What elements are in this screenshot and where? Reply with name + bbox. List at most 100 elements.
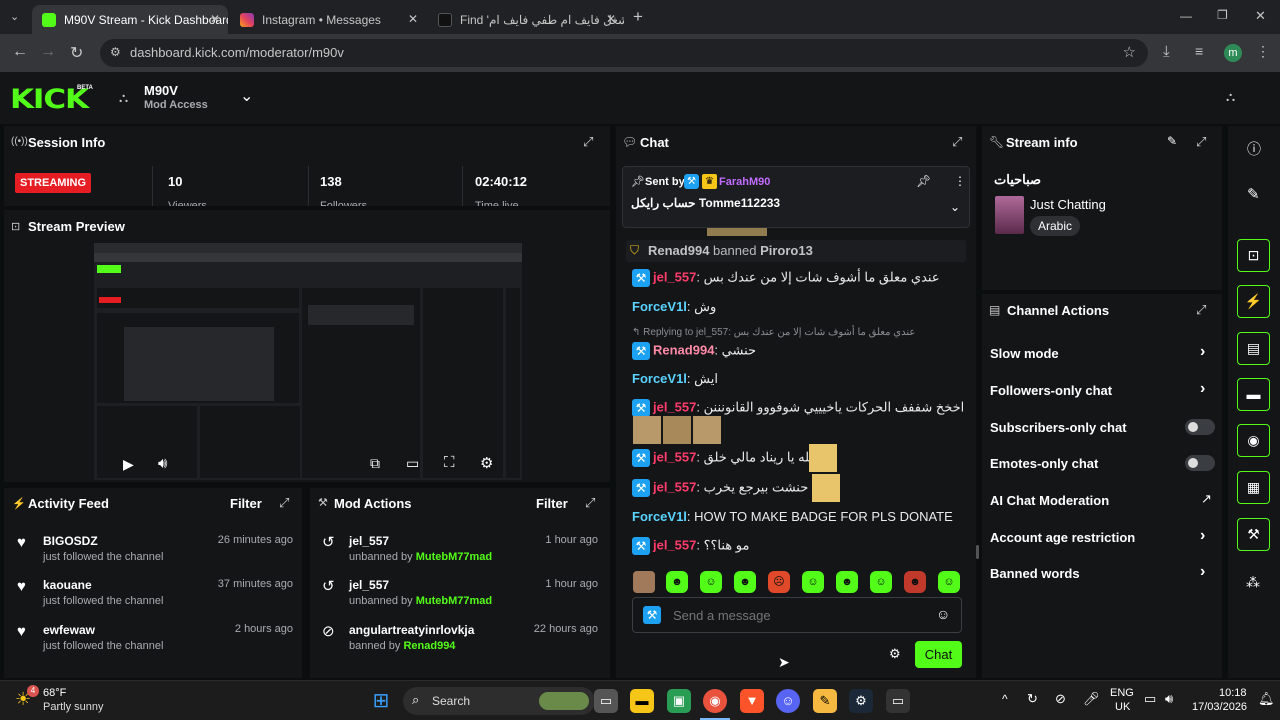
profile-avatar[interactable]: m (1224, 44, 1242, 62)
moderator-name[interactable]: MutebM77mad (416, 551, 492, 563)
file-explorer-icon[interactable]: ▬ (630, 689, 654, 713)
url-field[interactable]: ⚙ dashboard.kick.com/moderator/m90v ☆ (100, 39, 1148, 67)
emotes-only-toggle[interactable] (1185, 455, 1215, 471)
task-view-icon[interactable]: ▭ (594, 689, 618, 713)
pinned-menu-icon[interactable]: ⋮ (954, 174, 966, 188)
popout-icon[interactable]: ⤢ (1196, 302, 1206, 318)
tab-instagram[interactable]: Instagram • Messages ✕ (230, 5, 426, 34)
filter-button[interactable]: Filter (536, 496, 568, 511)
category-name[interactable]: Just Chatting (1030, 197, 1106, 212)
steam-icon[interactable]: ⚙ (849, 689, 873, 713)
windows-start-icon[interactable]: ⊞ (369, 689, 393, 713)
popout-icon[interactable]: ⤢ (1196, 134, 1206, 150)
connections-icon[interactable]: ⁂ (1246, 574, 1260, 591)
media-control-icon[interactable]: ≡ (1195, 43, 1203, 59)
follower-name[interactable]: kaouane (43, 578, 92, 592)
minimize-icon[interactable]: — (1180, 9, 1192, 23)
chat-username[interactable]: Renad994 (653, 342, 714, 357)
bookmark-star-icon[interactable]: ☆ (1123, 43, 1136, 61)
notifications-icon[interactable]: 🔔︎ (1258, 691, 1275, 707)
emote-icon[interactable]: ☺ (700, 571, 722, 593)
browser-menu-icon[interactable]: ⋮ (1256, 43, 1270, 60)
filter-button[interactable]: Filter (230, 496, 262, 511)
new-tab-icon[interactable]: + (633, 7, 643, 27)
recent-emote-icon[interactable] (633, 571, 655, 593)
app-icon[interactable]: ✎ (813, 689, 837, 713)
pinned-user[interactable]: FarahM90 (719, 176, 770, 188)
window-close-icon[interactable]: ✕ (1255, 8, 1266, 24)
settings-gear-icon[interactable]: ⚙ (480, 454, 493, 472)
ai-moderation-row[interactable]: AI Chat Moderation ↗ (982, 487, 1222, 513)
chat-username[interactable]: ForceV1l (632, 299, 687, 314)
taskbar-search[interactable]: ⌕ Search (403, 687, 595, 715)
chat-settings-icon[interactable]: ⚙ (889, 646, 901, 662)
microphone-icon[interactable]: 🎤︎ (1083, 691, 1100, 707)
popout-icon[interactable]: ⤢ (952, 134, 962, 150)
chat-username[interactable]: jel_557 (653, 399, 696, 414)
expand-chevron-icon[interactable]: ⌄ (950, 200, 960, 214)
app-icon[interactable]: ▭ (886, 689, 910, 713)
clock-time[interactable]: 10:18 (1219, 687, 1247, 699)
reload-icon[interactable]: ↻ (70, 43, 83, 63)
account-age-row[interactable]: Account age restriction › (982, 524, 1222, 550)
slow-mode-row[interactable]: Slow mode › (982, 340, 1222, 366)
chat-toggle-button[interactable]: ▬ (1237, 378, 1270, 411)
send-chat-button[interactable]: Chat (915, 641, 962, 668)
download-icon[interactable]: ⤓ (1163, 43, 1170, 60)
network-icon[interactable]: ▭ (1144, 691, 1156, 707)
site-info-icon[interactable]: ⚙ (110, 45, 121, 59)
moderated-user[interactable]: jel_557 (349, 578, 389, 592)
notes-button[interactable]: ▤ (1237, 332, 1270, 365)
user-avatar-icon[interactable]: ⛬ (1226, 89, 1235, 105)
info-icon[interactable]: ⓘ (1247, 139, 1261, 159)
unpin-icon[interactable]: 📌︎ (916, 174, 931, 188)
emote-icon[interactable]: ☻ (836, 571, 858, 593)
tab-kick-dashboard[interactable]: M90V Stream - Kick Dashboard ✕ (32, 5, 228, 34)
category-thumbnail[interactable] (995, 196, 1024, 234)
system-moderator[interactable]: Renad994 (648, 243, 709, 258)
pip-icon[interactable]: ⧉ (370, 455, 380, 472)
broadcast-button[interactable]: ◉ (1237, 424, 1270, 457)
moderated-user[interactable]: angulartreatyinrlovkja (349, 623, 474, 637)
discord-icon[interactable]: ☺ (776, 689, 800, 713)
speaker-icon[interactable]: 🔊︎ (1165, 691, 1173, 707)
channel-switch-chevron-icon[interactable]: ⌄ (240, 86, 253, 106)
follower-name[interactable]: BIGOSDZ (43, 534, 98, 548)
emoji-picker-icon[interactable]: ☺ (936, 606, 950, 622)
edit-icon[interactable]: ✎ (1247, 185, 1260, 203)
chat-username[interactable]: jel_557 (653, 449, 696, 464)
emote-icon[interactable]: ☻ (666, 571, 688, 593)
scrollbar-thumb[interactable] (976, 545, 979, 559)
close-tab-icon[interactable]: ✕ (210, 12, 220, 26)
clock-date[interactable]: 17/03/2026 (1192, 701, 1247, 713)
moderator-name[interactable]: MutebM77mad (416, 595, 492, 607)
chat-scrollbar[interactable] (976, 160, 979, 560)
close-tab-icon[interactable]: ✕ (606, 12, 616, 26)
tools-button[interactable]: ⚒ (1237, 518, 1270, 551)
app-icon[interactable]: ▣ (667, 689, 691, 713)
forward-icon[interactable]: → (40, 43, 56, 61)
system-target[interactable]: Piroro13 (760, 243, 813, 258)
banned-words-row[interactable]: Banned words › (982, 560, 1222, 586)
theater-icon[interactable]: ▭ (406, 455, 419, 472)
emote-icon[interactable]: ☺ (870, 571, 892, 593)
emote-icon[interactable]: ☻ (904, 571, 926, 593)
activity-button[interactable]: ⚡ (1237, 285, 1270, 318)
moderator-name[interactable]: Renad994 (403, 640, 455, 652)
tray-app-icon[interactable]: ↻ (1027, 691, 1038, 707)
keyboard-layout[interactable]: UK (1115, 701, 1130, 713)
chat-username[interactable]: ForceV1l (632, 371, 687, 386)
subscribers-only-toggle[interactable] (1185, 419, 1215, 435)
tab-tiktok[interactable]: Find 'شغل فايف ام طفي فايف ام ✕ (428, 5, 624, 34)
restore-icon[interactable]: ❐ (1217, 8, 1228, 22)
screen-capture-button[interactable]: ⊡ (1237, 239, 1270, 272)
tray-chevron-icon[interactable]: ^ (1002, 692, 1008, 706)
follower-name[interactable]: ewfewaw (43, 623, 95, 637)
moderated-user[interactable]: jel_557 (349, 534, 389, 548)
followers-only-row[interactable]: Followers-only chat › (982, 377, 1222, 403)
tab-search-icon[interactable]: ⌄ (10, 10, 19, 23)
stream-video[interactable] (94, 243, 522, 480)
popout-icon[interactable]: ⤢ (583, 134, 593, 150)
emote-icon[interactable]: ☺ (938, 571, 960, 593)
play-icon[interactable]: ▶ (123, 456, 134, 473)
